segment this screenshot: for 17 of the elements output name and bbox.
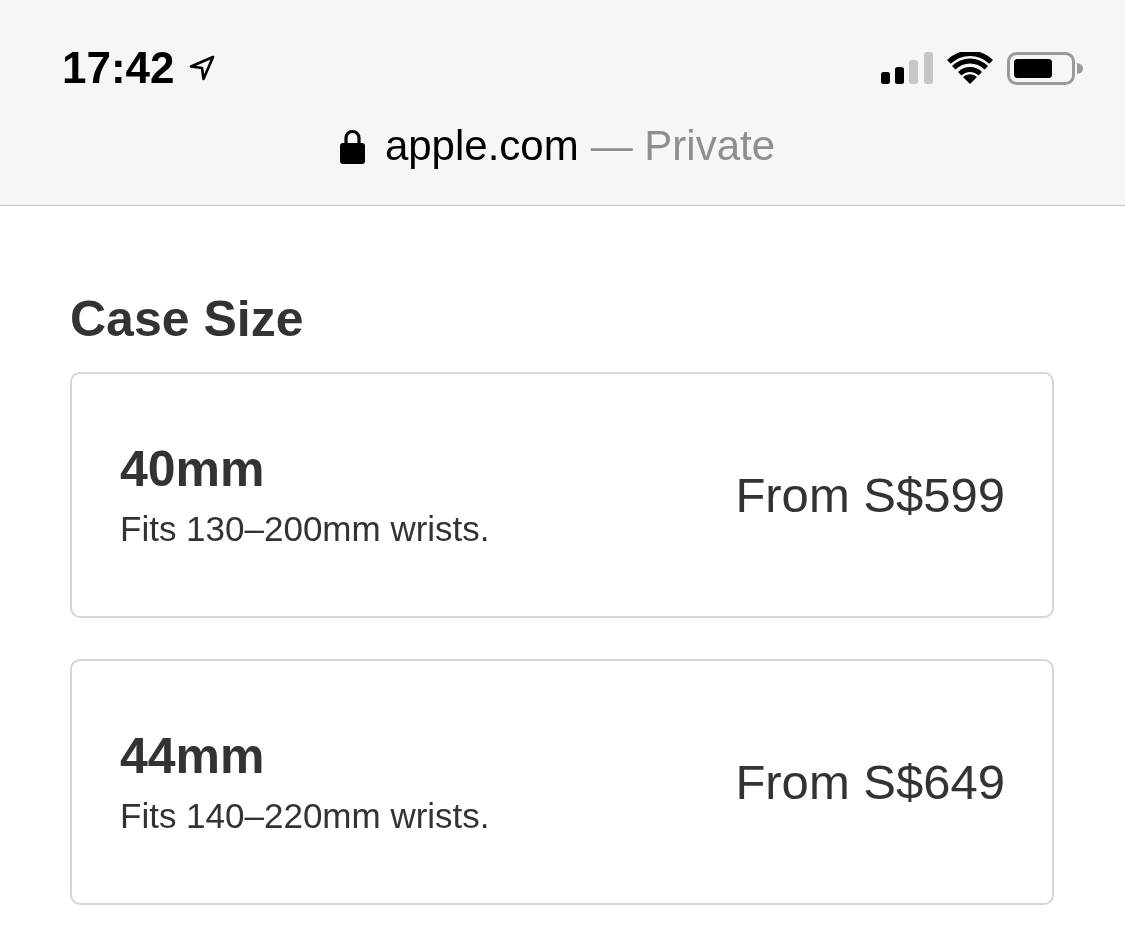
case-size-label: 40mm: [120, 440, 266, 498]
lock-icon: [339, 128, 365, 164]
price-text: From S$649: [735, 754, 1005, 811]
size-option-card[interactable]: 40mm Fits 130–200mm wrists. From S$599: [70, 372, 1054, 618]
signal-strength-icon: [881, 52, 933, 84]
location-arrow-icon: [188, 55, 215, 81]
wrist-fit-text: Fits 140–220mm wrists.: [120, 795, 490, 837]
wrist-fit-text: Fits 130–200mm wrists.: [120, 508, 490, 550]
section-heading: Case Size: [70, 290, 305, 349]
battery-icon: [1007, 51, 1083, 85]
case-size-label: 44mm: [120, 727, 266, 785]
size-option-card[interactable]: 44mm Fits 140–220mm wrists. From S$649: [70, 659, 1054, 905]
url-domain[interactable]: apple.com: [384, 124, 579, 168]
status-time: 17:42: [62, 46, 175, 90]
wifi-icon: [947, 52, 993, 84]
private-mode-label: — Private: [590, 124, 776, 168]
price-text: From S$599: [735, 467, 1005, 524]
